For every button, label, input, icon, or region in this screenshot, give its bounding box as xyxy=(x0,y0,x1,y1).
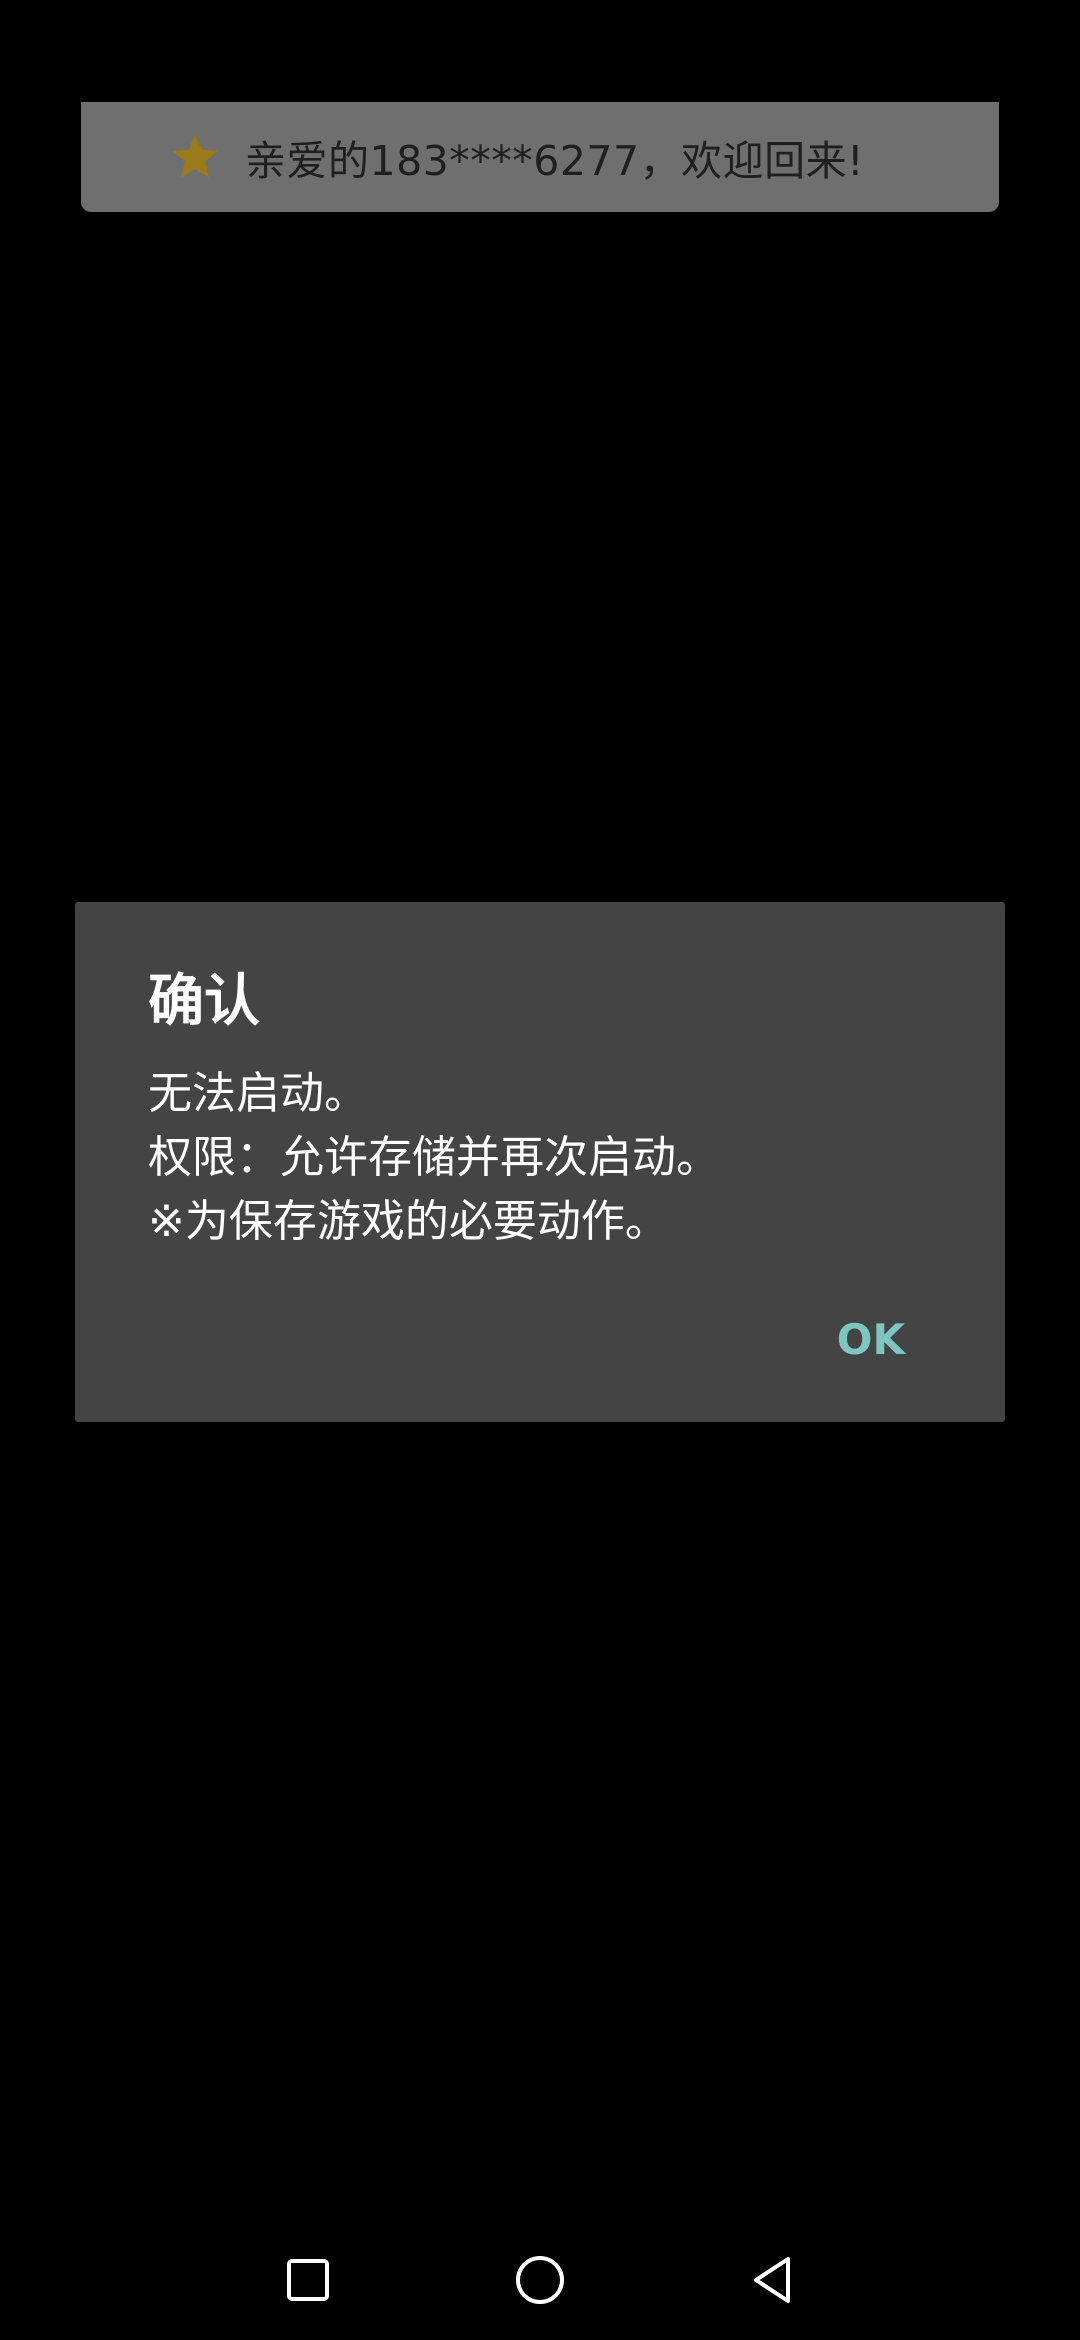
circle-home-icon xyxy=(516,2256,564,2304)
home-button[interactable] xyxy=(508,2248,572,2312)
dialog-line-permission: 权限：允许存储并再次启动。 xyxy=(148,1132,720,1183)
recents-button[interactable] xyxy=(276,2248,340,2312)
confirm-dialog: 确认 无法启动。 权限：允许存储并再次启动。 ※为保存游戏的必要动作。 OK xyxy=(75,902,1005,1422)
dialog-title: 确认 xyxy=(148,969,260,1034)
star-icon xyxy=(169,131,221,183)
screen: 亲爱的183****6277，欢迎回来! 确认 无法启动。 权限：允许存储并再次… xyxy=(0,0,1080,2340)
triangle-back-icon xyxy=(754,2257,790,2303)
welcome-message: 亲爱的183****6277，欢迎回来! xyxy=(245,137,865,185)
dialog-line-note: ※为保存游戏的必要动作。 xyxy=(148,1196,669,1247)
navigation-bar xyxy=(0,2220,1080,2340)
dialog-line-launch-failed: 无法启动。 xyxy=(148,1068,368,1119)
dialog-message: 无法启动。 权限：允许存储并再次启动。 ※为保存游戏的必要动作。 xyxy=(148,1062,938,1254)
ok-button[interactable]: OK xyxy=(829,1310,913,1370)
welcome-toast: 亲爱的183****6277，欢迎回来! xyxy=(81,102,999,212)
square-recents-icon xyxy=(287,2259,329,2301)
back-button[interactable] xyxy=(740,2248,804,2312)
